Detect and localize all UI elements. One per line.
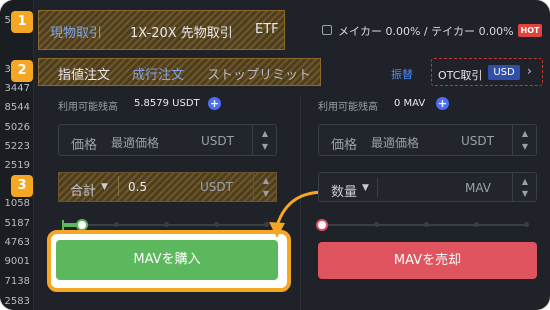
otc-label: OTC取引 xyxy=(438,69,483,82)
sell-qty-stepper: ▲ ▼ xyxy=(512,173,536,201)
order-book-price: 2583 xyxy=(4,296,30,307)
stepper-up-icon[interactable]: ▲ xyxy=(254,172,278,187)
hot-badge: HOT xyxy=(518,24,542,37)
stepper-up-icon[interactable]: ▲ xyxy=(513,125,537,140)
sell-qty-label: 数量 xyxy=(331,185,358,200)
callout-badge-2: 2 xyxy=(11,60,33,82)
dropdown-caret-icon[interactable]: ▼ xyxy=(362,183,369,193)
sell-price-label: 価格 xyxy=(331,138,358,153)
buy-price-label: 価格 xyxy=(71,138,98,153)
sell-price-placeholder: 最適価格 xyxy=(371,136,420,150)
sell-mav-button[interactable]: MAVを売却 xyxy=(318,242,537,279)
buy-balance-label: 利用可能残高 xyxy=(58,102,118,113)
buy-price-placeholder: 最適価格 xyxy=(111,136,160,150)
order-book-price: 1058 xyxy=(4,198,30,209)
chevron-right-icon[interactable]: › xyxy=(527,64,532,78)
slider-step-dot[interactable] xyxy=(524,222,529,227)
stepper-down-icon[interactable]: ▼ xyxy=(253,140,277,155)
order-book-price: 5187 xyxy=(4,218,30,229)
tab-futures[interactable]: 1X-20X 先物取引 xyxy=(130,22,233,41)
stepper-down-icon[interactable]: ▼ xyxy=(513,140,537,155)
sell-balance-label: 利用可能残高 xyxy=(318,102,378,113)
order-book-price: 3447 xyxy=(4,83,30,94)
sell-balance-value: 0 MAV xyxy=(394,98,426,109)
otc-box[interactable]: OTC取引 USD › xyxy=(431,58,543,86)
slider-step-dot[interactable] xyxy=(214,222,219,227)
order-book-price: 9001 xyxy=(4,256,30,267)
buy-price-field[interactable]: 価格 最適価格 USDT ▲ ▼ xyxy=(58,124,277,156)
sell-price-field[interactable]: 価格 最適価格 USDT ▲ ▼ xyxy=(318,124,537,156)
order-book-price: 8544 xyxy=(4,102,30,113)
tab-stop-limit[interactable]: ストップリミット xyxy=(207,64,311,83)
checkbox-icon[interactable] xyxy=(322,25,332,35)
buy-mav-button[interactable]: MAVを購入 xyxy=(56,240,278,280)
slider-step-dot[interactable] xyxy=(114,222,119,227)
input-separator xyxy=(118,176,119,196)
order-book-ladder: 5805 3397 3447 8544 5026 5223 2519 1058 … xyxy=(0,0,34,310)
callout-badge-1: 1 xyxy=(11,11,33,33)
dropdown-caret-icon[interactable]: ▼ xyxy=(101,182,108,192)
transfer-link[interactable]: 振替 xyxy=(391,66,413,82)
slider-step-dot[interactable] xyxy=(164,222,169,227)
stepper-up-icon[interactable]: ▲ xyxy=(513,173,537,187)
stepper-down-icon[interactable]: ▼ xyxy=(513,187,537,201)
deposit-plus-icon[interactable]: + xyxy=(436,97,449,110)
sell-price-stepper: ▲ ▼ xyxy=(512,125,536,155)
buy-slider-tick xyxy=(62,220,64,230)
stepper-up-icon[interactable]: ▲ xyxy=(253,125,277,140)
callout-badge-3: 3 xyxy=(11,175,33,197)
sell-qty-field[interactable]: 数量 ▼ MAV ▲ ▼ xyxy=(318,172,537,202)
slider-step-dot[interactable] xyxy=(474,222,479,227)
slider-step-dot[interactable] xyxy=(374,222,379,227)
tab-etf[interactable]: ETF xyxy=(255,22,279,37)
buy-price-stepper: ▲ ▼ xyxy=(252,125,276,155)
order-book-price: 5026 xyxy=(4,122,30,133)
otc-currency-badge[interactable]: USD xyxy=(488,65,520,80)
buy-balance-value: 5.8579 USDT xyxy=(134,98,200,109)
slider-step-dot[interactable] xyxy=(424,222,429,227)
order-book-price: 7138 xyxy=(4,276,30,287)
deposit-plus-icon[interactable]: + xyxy=(208,97,221,110)
buy-total-unit: USDT xyxy=(200,180,233,194)
tab-spot[interactable]: 現物取引 xyxy=(50,22,102,41)
sell-slider-handle[interactable] xyxy=(316,219,328,231)
sell-price-unit: USDT xyxy=(461,134,494,148)
trading-panel: 5805 3397 3447 8544 5026 5223 2519 1058 … xyxy=(0,0,550,310)
fee-rate: メイカー 0.00% / テイカー 0.00% xyxy=(338,25,514,38)
tab-market-order[interactable]: 成行注文 xyxy=(132,64,184,83)
buy-total-input[interactable]: 0.5 xyxy=(128,180,147,194)
input-separator xyxy=(377,178,378,197)
order-book-price: 5223 xyxy=(4,141,30,152)
order-book-price: 4763 xyxy=(4,237,30,248)
tab-limit-order[interactable]: 指値注文 xyxy=(58,64,110,83)
sell-qty-unit: MAV xyxy=(465,181,492,195)
buy-price-unit: USDT xyxy=(201,134,234,148)
buy-total-label: 合計 xyxy=(70,184,97,199)
order-book-price: 2519 xyxy=(4,160,30,171)
